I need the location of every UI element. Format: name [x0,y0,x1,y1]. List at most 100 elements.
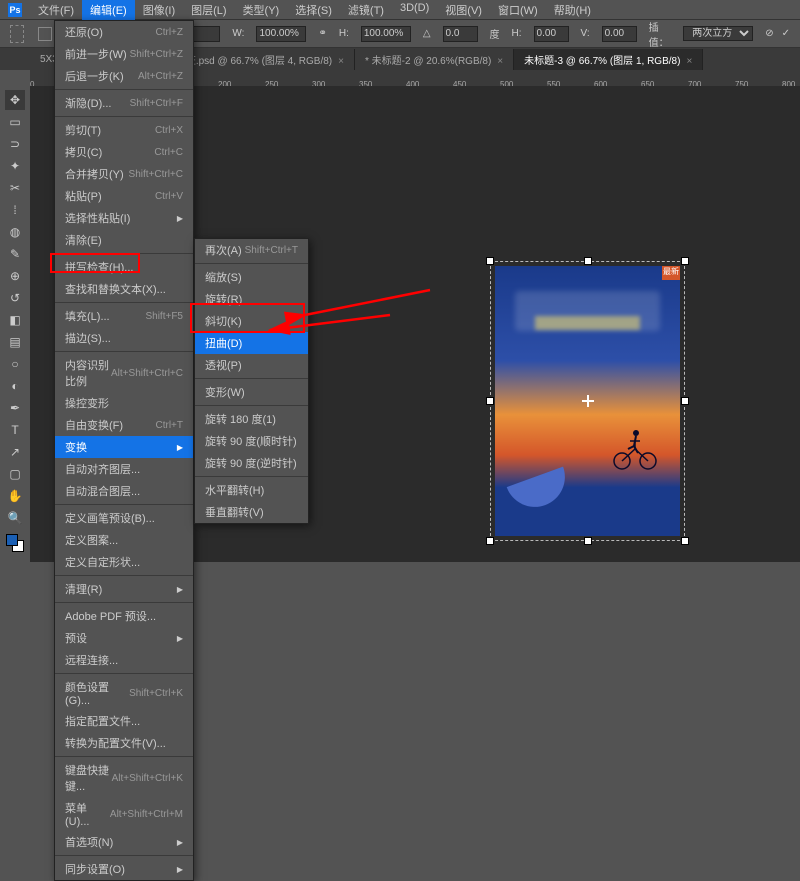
transform-submenu-item-6[interactable]: 透视(P) [195,354,308,376]
angle-input[interactable] [443,26,478,42]
path-tool[interactable]: ↗ [5,442,25,462]
edit-menu-item-26[interactable]: 定义画笔预设(B)... [55,507,193,529]
healing-tool[interactable]: ◍ [5,222,25,242]
edit-menu-item-19[interactable]: 内容识别比例Alt+Shift+Ctrl+C [55,354,193,392]
transform-submenu-item-10[interactable]: 旋转 180 度(1) [195,408,308,430]
h-input[interactable] [361,26,411,42]
marquee-tool[interactable]: ▭ [5,112,25,132]
transform-submenu-item-15[interactable]: 垂直翻转(V) [195,501,308,523]
edit-menu-item-24[interactable]: 自动混合图层... [55,480,193,502]
transform-submenu-item-8[interactable]: 变形(W) [195,381,308,403]
eyedropper-tool[interactable]: ⁞ [5,200,25,220]
handle-tl[interactable] [486,257,494,265]
edit-menu-item-22[interactable]: 变换▶ [55,436,193,458]
transform-tool-icon[interactable] [10,25,24,43]
edit-menu-item-37[interactable]: 指定配置文件... [55,710,193,732]
menu-5[interactable]: 选择(S) [287,0,340,20]
edit-menu-item-20[interactable]: 操控变形 [55,392,193,414]
pen-tool[interactable]: ✒ [5,398,25,418]
edit-menu-item-36[interactable]: 颜色设置(G)...Shift+Ctrl+K [55,676,193,710]
move-tool[interactable]: ✥ [5,90,25,110]
lasso-tool[interactable]: ⊃ [5,134,25,154]
edit-menu-item-13[interactable]: 拼写检查(H)... [55,256,193,278]
menu-10[interactable]: 帮助(H) [546,0,599,20]
anchor-grid[interactable] [38,27,52,41]
edit-menu-item-8[interactable]: 合并拷贝(Y)Shift+Ctrl+C [55,163,193,185]
type-tool[interactable]: T [5,420,25,440]
doc-tab-3[interactable]: 未标题-3 @ 66.7% (图层 1, RGB/8)× [514,49,703,70]
color-swatches[interactable] [6,534,24,552]
transform-submenu-item-2[interactable]: 缩放(S) [195,266,308,288]
zoom-tool[interactable]: 🔍 [5,508,25,528]
handle-bl[interactable] [486,537,494,545]
edit-menu-item-4[interactable]: 渐隐(D)...Shift+Ctrl+F [55,92,193,114]
doc-tab-2[interactable]: * 未标题-2 @ 20.6%(RGB/8)× [355,49,514,70]
w-input[interactable] [256,26,306,42]
edit-menu-item-44[interactable]: 同步设置(O)▶ [55,858,193,880]
edit-menu-item-17[interactable]: 描边(S)... [55,327,193,349]
edit-menu-item-38[interactable]: 转换为配置文件(V)... [55,732,193,754]
menu-4[interactable]: 类型(Y) [235,0,288,20]
close-tab-icon[interactable]: × [338,56,344,67]
menu-8[interactable]: 视图(V) [437,0,490,20]
brush-tool[interactable]: ✎ [5,244,25,264]
placed-image[interactable]: 最新 [495,266,680,536]
menu-6[interactable]: 滤镜(T) [340,0,392,20]
menu-3[interactable]: 图层(L) [183,0,234,20]
edit-menu-item-42[interactable]: 首选项(N)▶ [55,831,193,853]
transform-submenu-item-11[interactable]: 旋转 90 度(顺时针) [195,430,308,452]
crop-tool[interactable]: ✂ [5,178,25,198]
edit-menu-item-16[interactable]: 填充(L)...Shift+F5 [55,305,193,327]
commit-transform-icon[interactable]: ✓ [782,28,790,39]
eraser-tool[interactable]: ◧ [5,310,25,330]
edit-menu-item-6[interactable]: 剪切(T)Ctrl+X [55,119,193,141]
fg-color[interactable] [6,534,18,546]
edit-menu-item-30[interactable]: 清理(R)▶ [55,578,193,600]
link-icon[interactable]: ⚭ [318,28,326,39]
handle-br[interactable] [681,537,689,545]
menu-9[interactable]: 窗口(W) [490,0,546,20]
transform-submenu-item-12[interactable]: 旋转 90 度(逆时针) [195,452,308,474]
handle-tm[interactable] [584,257,592,265]
transform-submenu-item-3[interactable]: 旋转(R) [195,288,308,310]
edit-menu-item-10[interactable]: 选择性粘贴(I)▶ [55,207,193,229]
cancel-transform-icon[interactable]: ⊘ [765,28,773,39]
edit-menu-item-11[interactable]: 清除(E) [55,229,193,251]
shape-tool[interactable]: ▢ [5,464,25,484]
edit-menu-item-41[interactable]: 菜单(U)...Alt+Shift+Ctrl+M [55,797,193,831]
edit-menu-item-27[interactable]: 定义图案... [55,529,193,551]
close-tab-icon[interactable]: × [497,56,503,67]
magic-wand-tool[interactable]: ✦ [5,156,25,176]
close-tab-icon[interactable]: × [686,56,692,67]
history-brush-tool[interactable]: ↺ [5,288,25,308]
edit-menu-item-32[interactable]: Adobe PDF 预设... [55,605,193,627]
menu-2[interactable]: 图像(I) [135,0,183,20]
menu-0[interactable]: 文件(F) [30,0,82,20]
handle-bm[interactable] [584,537,592,545]
hskew-input[interactable] [534,26,569,42]
interp-select[interactable]: 两次立方 [683,26,753,41]
transform-submenu-item-5[interactable]: 扭曲(D) [195,332,308,354]
menu-1[interactable]: 编辑(E) [82,0,135,20]
transform-submenu-item-4[interactable]: 斜切(K) [195,310,308,332]
edit-menu-item-9[interactable]: 粘贴(P)Ctrl+V [55,185,193,207]
handle-ml[interactable] [486,397,494,405]
dodge-tool[interactable]: ◐ [5,376,25,396]
edit-menu-item-7[interactable]: 拷贝(C)Ctrl+C [55,141,193,163]
blur-tool[interactable]: ○ [5,354,25,374]
edit-menu-item-2[interactable]: 后退一步(K)Alt+Ctrl+Z [55,65,193,87]
edit-menu-item-0[interactable]: 还原(O)Ctrl+Z [55,21,193,43]
menu-7[interactable]: 3D(D) [392,0,437,20]
edit-menu-item-23[interactable]: 自动对齐图层... [55,458,193,480]
gradient-tool[interactable]: ▤ [5,332,25,352]
transform-submenu-item-14[interactable]: 水平翻转(H) [195,479,308,501]
edit-menu-item-21[interactable]: 自由变换(F)Ctrl+T [55,414,193,436]
edit-menu-item-33[interactable]: 预设▶ [55,627,193,649]
edit-menu-item-1[interactable]: 前进一步(W)Shift+Ctrl+Z [55,43,193,65]
stamp-tool[interactable]: ⊕ [5,266,25,286]
edit-menu-item-28[interactable]: 定义自定形状... [55,551,193,573]
edit-menu-item-14[interactable]: 查找和替换文本(X)... [55,278,193,300]
vskew-input[interactable] [602,26,637,42]
handle-mr[interactable] [681,397,689,405]
edit-menu-item-40[interactable]: 键盘快捷键...Alt+Shift+Ctrl+K [55,759,193,797]
